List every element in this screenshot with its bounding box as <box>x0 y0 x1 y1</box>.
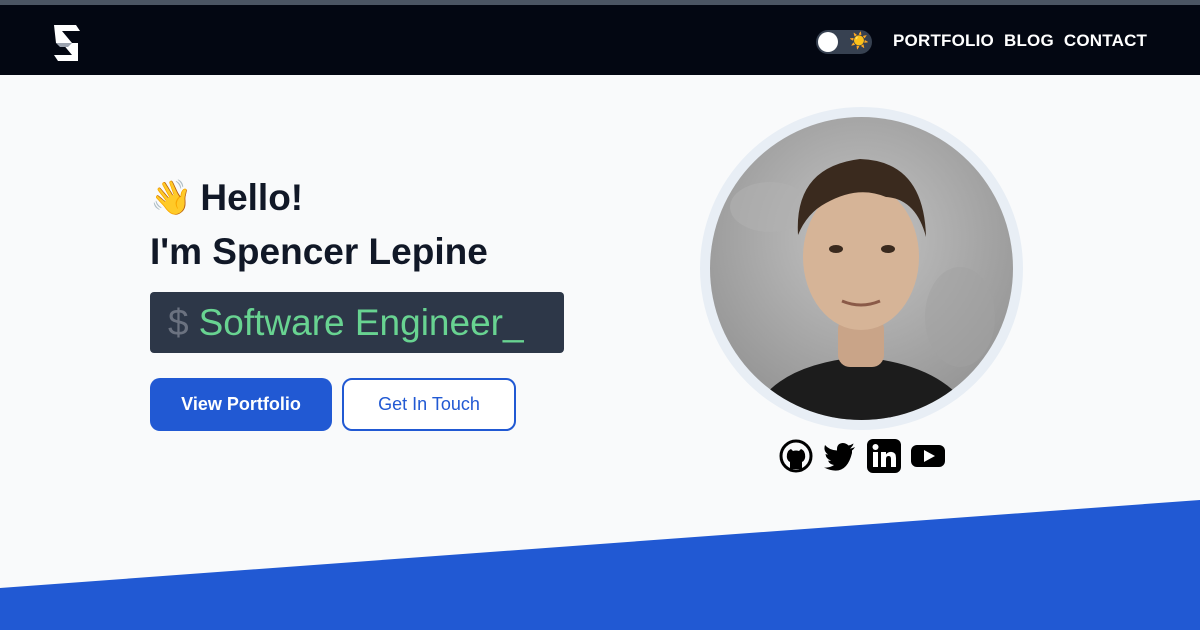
blue-wedge-decoration <box>0 500 1200 630</box>
